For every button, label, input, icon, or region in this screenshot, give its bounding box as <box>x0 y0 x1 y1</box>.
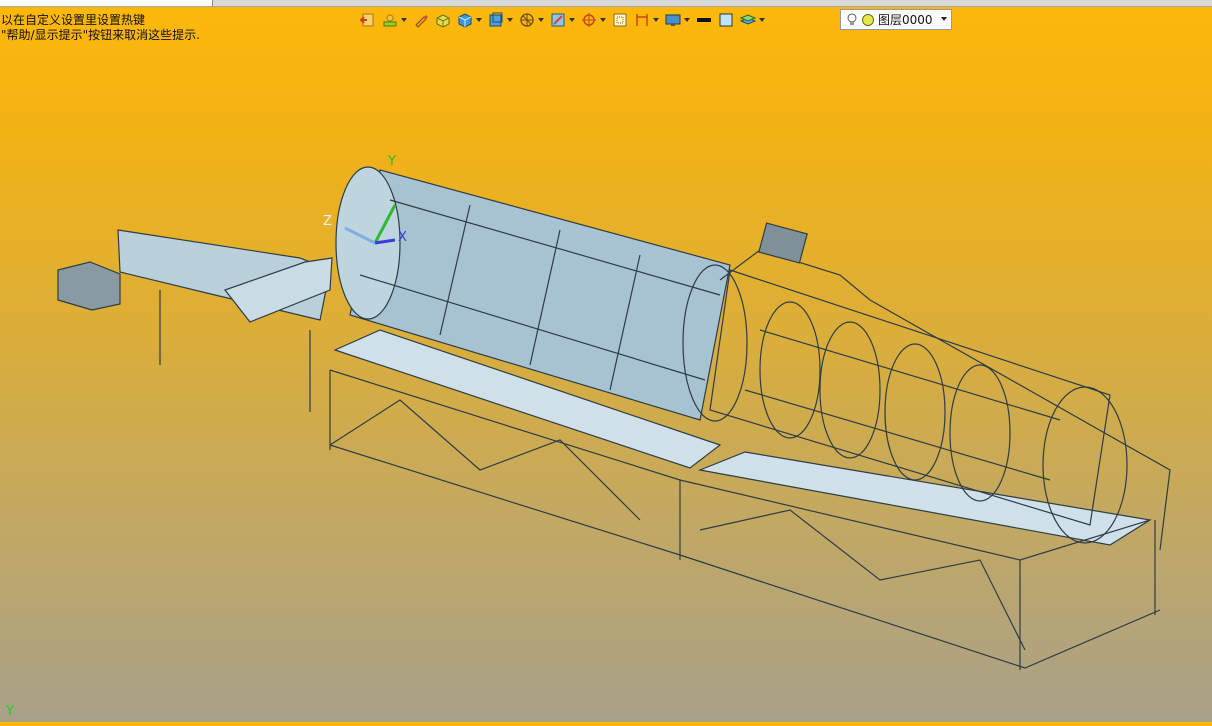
bulb-icon <box>847 13 857 25</box>
sketch-paint-icon <box>383 14 397 27</box>
triad-x-label: X <box>398 230 407 245</box>
corner-axis-y-label: Y <box>6 704 14 719</box>
chevron-down-icon[interactable] <box>653 18 659 22</box>
frame-button[interactable] <box>612 10 628 30</box>
cage-ring-2 <box>819 321 881 459</box>
layer-color-dot-icon <box>862 13 874 26</box>
exit-sketch-button[interactable] <box>360 10 376 30</box>
cage-ring-4 <box>949 364 1011 502</box>
frame-bracing-2 <box>699 509 1026 651</box>
document-tab[interactable] <box>0 0 213 6</box>
cage-ring-1 <box>759 301 821 439</box>
snap-target-button[interactable] <box>581 10 606 30</box>
pencil-icon <box>415 15 428 28</box>
layer-selector[interactable]: 图层0000 <box>840 9 952 30</box>
shaded-cube-button[interactable] <box>457 10 482 30</box>
title-strip <box>0 0 1212 7</box>
cage-ring-3 <box>884 343 946 481</box>
pencil-button[interactable] <box>413 10 429 30</box>
dimension-button[interactable] <box>634 10 659 30</box>
triad-z-label: Z <box>323 214 332 229</box>
dimension-icon <box>636 14 648 26</box>
display-settings-icon <box>665 14 681 26</box>
section-view-button[interactable] <box>550 10 575 30</box>
chevron-down-icon[interactable] <box>538 18 544 22</box>
snap-target-icon <box>582 13 596 27</box>
view-toolbar <box>360 9 771 31</box>
fill-color-button[interactable] <box>718 10 734 30</box>
machine-model-drawing <box>57 166 1171 670</box>
line-color-icon <box>697 18 711 22</box>
line-color-button[interactable] <box>696 10 712 30</box>
layer-selector-value: 图层0000 <box>878 13 933 27</box>
cage-spine-top <box>759 329 1061 421</box>
display-settings-button[interactable] <box>665 10 690 30</box>
render-mode-icon <box>520 13 534 27</box>
hint-line-1: 以在自定义设置里设置热键 <box>1 13 146 27</box>
rotary-drum-body <box>349 169 731 421</box>
solid-box-button[interactable] <box>435 10 451 30</box>
sketch-paint-button[interactable] <box>382 10 407 30</box>
layer-stack-button[interactable] <box>740 10 765 30</box>
chevron-down-icon[interactable] <box>941 17 947 21</box>
layer-stack-icon <box>740 14 756 25</box>
model-viewport[interactable]: Y Z X <box>0 40 1212 722</box>
view-cube-button[interactable] <box>488 10 513 30</box>
drum-inlet-ring <box>335 166 401 320</box>
chevron-down-icon[interactable] <box>507 18 513 22</box>
render-mode-button[interactable] <box>519 10 544 30</box>
frame-icon <box>613 13 627 27</box>
right-table <box>697 451 1152 546</box>
chevron-down-icon[interactable] <box>476 18 482 22</box>
chevron-down-icon[interactable] <box>569 18 575 22</box>
top-motor <box>758 222 808 264</box>
view-cube-icon <box>489 12 503 27</box>
solid-box-icon <box>436 14 450 28</box>
left-drive-motor <box>57 261 121 311</box>
chevron-down-icon[interactable] <box>759 18 765 22</box>
chevron-down-icon[interactable] <box>600 18 606 22</box>
section-view-icon <box>551 13 565 27</box>
chevron-down-icon[interactable] <box>684 18 690 22</box>
chevron-down-icon[interactable] <box>401 18 407 22</box>
shaded-cube-icon <box>458 13 472 28</box>
exit-sketch-icon <box>360 13 374 27</box>
fill-color-icon <box>719 13 733 27</box>
triad-y-label: Y <box>388 154 396 169</box>
